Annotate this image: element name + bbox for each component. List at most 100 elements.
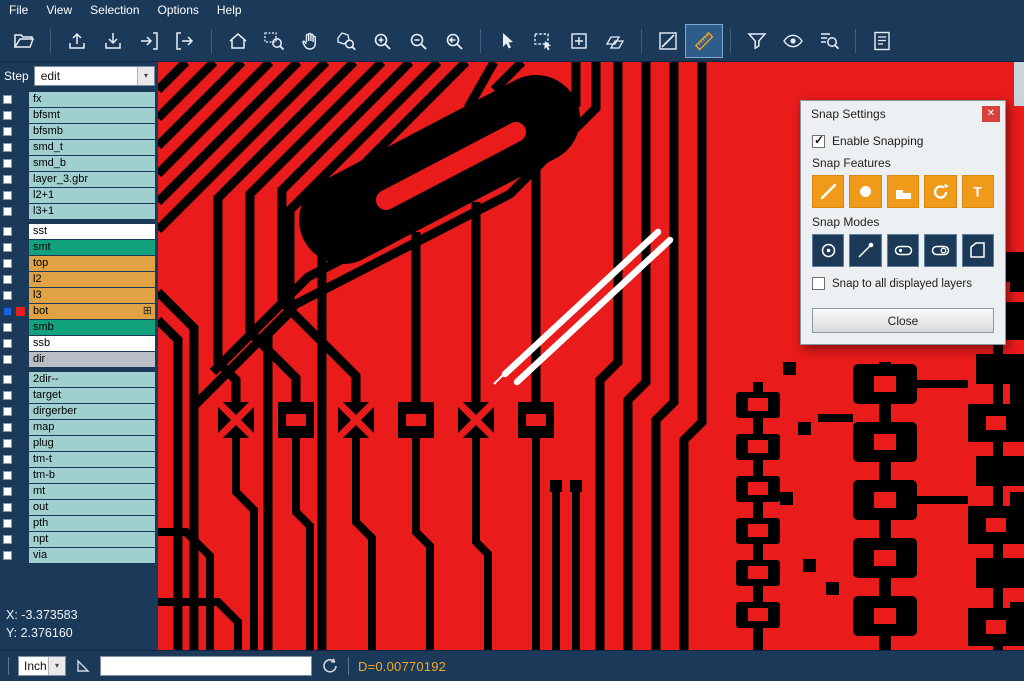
layer-row-npt[interactable]: npt [0,532,158,547]
layer-checkbox[interactable] [3,355,12,364]
toolbar-highlight-eye-button[interactable] [775,25,811,57]
layer-row-bfsmt[interactable]: bfsmt [0,108,158,123]
snap-feature-arc-button[interactable] [924,175,956,208]
menu-file[interactable]: File [0,1,37,19]
layer-name[interactable]: tm-t [29,452,155,467]
toolbar-load-in-button[interactable] [131,25,167,57]
snap-feature-surface-button[interactable] [887,175,919,208]
layer-checkbox[interactable] [3,375,12,384]
layer-name[interactable]: ssb [29,336,155,351]
layer-checkbox[interactable] [3,471,12,480]
layer-row-l3[interactable]: l3 [0,288,158,303]
snap-feature-line-button[interactable] [812,175,844,208]
toolbar-zoom-previous-button[interactable] [436,25,472,57]
layer-checkbox[interactable] [3,391,12,400]
layer-row-smd_b[interactable]: smd_b [0,156,158,171]
layer-row-dirgerber[interactable]: dirgerber [0,404,158,419]
layer-row-l2+1[interactable]: l2+1 [0,188,158,203]
layer-row-pth[interactable]: pth [0,516,158,531]
layer-name[interactable]: l3+1 [29,204,155,219]
close-icon[interactable]: ✕ [982,106,1000,122]
toolbar-pan-button[interactable] [292,25,328,57]
menu-view[interactable]: View [37,1,81,19]
command-input[interactable] [100,656,312,676]
toolbar-import-down-button[interactable] [95,25,131,57]
layer-name[interactable]: bot⊞ [29,304,155,319]
unit-select[interactable]: Inch ▾ [18,656,66,676]
layer-checkbox[interactable] [3,439,12,448]
layer-checkbox[interactable] [3,339,12,348]
layer-row-smb[interactable]: smb [0,320,158,335]
layer-name[interactable]: sst [29,224,155,239]
layer-checkbox[interactable] [3,423,12,432]
toolbar-find-button[interactable] [811,25,847,57]
layer-row-map[interactable]: map [0,420,158,435]
layer-name[interactable]: pth [29,516,155,531]
layer-row-out[interactable]: out [0,500,158,515]
layer-row-mt[interactable]: mt [0,484,158,499]
toolbar-import-up-button[interactable] [59,25,95,57]
layer-name[interactable]: target [29,388,155,403]
layer-row-target[interactable]: target [0,388,158,403]
layer-checkbox[interactable] [3,175,12,184]
layer-name[interactable]: map [29,420,155,435]
layer-row-dir[interactable]: dir [0,352,158,367]
layer-row-sst[interactable]: sst [0,224,158,239]
toolbar-zoom-window-button[interactable] [256,25,292,57]
snap-mode-point-button[interactable] [849,234,881,267]
layer-name[interactable]: smb [29,320,155,335]
layer-name[interactable]: out [29,500,155,515]
snap-mode-slot-hole-button[interactable] [924,234,956,267]
layer-name[interactable]: l2 [29,272,155,287]
layer-name[interactable]: bfsmb [29,124,155,139]
toolbar-pointer-button[interactable] [489,25,525,57]
menu-options[interactable]: Options [149,1,208,19]
layer-checkbox[interactable] [3,191,12,200]
snap-feature-pad-button[interactable] [849,175,881,208]
layer-checkbox[interactable] [3,455,12,464]
toolbar-save-out-button[interactable] [167,25,203,57]
layer-row-smt[interactable]: smt [0,240,158,255]
layer-name[interactable]: mt [29,484,155,499]
layer-checkbox[interactable] [3,227,12,236]
layer-checkbox[interactable] [3,259,12,268]
toolbar-select-window-button[interactable] [525,25,561,57]
layer-checkbox[interactable] [3,127,12,136]
toolbar-zoom-polygon-button[interactable] [328,25,364,57]
enable-snapping-row[interactable]: Enable Snapping [812,134,994,148]
layer-name[interactable]: 2dir-- [29,372,155,387]
layer-checkbox[interactable] [3,307,12,316]
layer-row-plug[interactable]: plug [0,436,158,451]
layer-checkbox[interactable] [3,207,12,216]
layer-checkbox[interactable] [3,503,12,512]
refresh-icon[interactable] [321,657,339,675]
layer-row-via[interactable]: via [0,548,158,563]
toolbar-line-button[interactable] [650,25,686,57]
layer-name[interactable]: fx [29,92,155,107]
layer-row-tm-t[interactable]: tm-t [0,452,158,467]
layer-name[interactable]: tm-b [29,468,155,483]
step-select[interactable]: edit ▾ [34,66,155,86]
menu-help[interactable]: Help [208,1,251,19]
layer-checkbox[interactable] [3,275,12,284]
toolbar-report-button[interactable] [864,25,900,57]
layer-checkbox[interactable] [3,111,12,120]
toolbar-filter-button[interactable] [739,25,775,57]
toolbar-select-reference-button[interactable] [561,25,597,57]
layer-name[interactable]: layer_3.gbr [29,172,155,187]
layer-name[interactable]: dir [29,352,155,367]
snap-mode-slot-button[interactable] [887,234,919,267]
toolbar-open-button[interactable] [6,25,42,57]
layer-row-smd_t[interactable]: smd_t [0,140,158,155]
layer-checkbox[interactable] [3,551,12,560]
layer-name[interactable]: top [29,256,155,271]
layer-row-tm-b[interactable]: tm-b [0,468,158,483]
layer-name[interactable]: dirgerber [29,404,155,419]
layer-name[interactable]: npt [29,532,155,547]
layer-name[interactable]: smd_t [29,140,155,155]
layer-checkbox[interactable] [3,323,12,332]
layer-checkbox[interactable] [3,487,12,496]
layer-row-l2[interactable]: l2 [0,272,158,287]
dialog-titlebar[interactable]: Snap Settings ✕ [801,101,1005,126]
layer-name[interactable]: via [29,548,155,563]
